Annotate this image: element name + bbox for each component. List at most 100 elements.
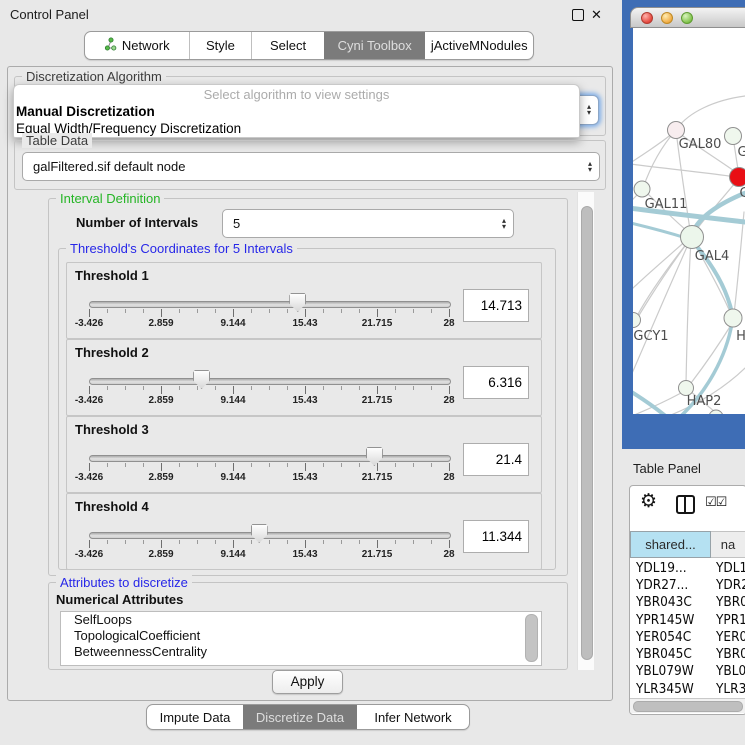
table-row[interactable]: YBL079WYBL0 xyxy=(630,663,745,680)
table-row[interactable]: YLR345WYLR3 xyxy=(630,680,745,697)
column-header-shared-name[interactable]: shared... xyxy=(630,531,711,558)
network-node-gal11[interactable] xyxy=(634,181,650,197)
network-node-ga[interactable] xyxy=(725,128,742,145)
minor-tick xyxy=(323,386,324,390)
slider-track[interactable] xyxy=(89,532,451,539)
tab-style[interactable]: Style xyxy=(189,32,252,59)
table-row[interactable]: YPR145WYPR1 xyxy=(630,611,745,628)
minor-tick xyxy=(179,386,180,390)
network-node-label: C xyxy=(739,186,745,201)
table-row[interactable]: YDR27...YDR2 xyxy=(630,576,745,593)
dropdown-option-manual-discretization[interactable]: Manual Discretization xyxy=(14,103,579,120)
zoom-traffic-light-icon[interactable] xyxy=(681,12,693,24)
list-item[interactable]: BetweennessCentrality xyxy=(61,644,541,660)
network-node-gal80[interactable] xyxy=(668,122,685,139)
tab-cyni-toolbox[interactable]: Cyni Toolbox xyxy=(324,32,426,59)
float-icon[interactable] xyxy=(572,9,584,21)
discretization-algorithm-title: Discretization Algorithm xyxy=(22,69,166,84)
network-edge xyxy=(633,133,673,168)
minor-tick xyxy=(143,463,144,467)
select-columns-icon[interactable]: ☑☑ xyxy=(705,494,726,510)
slider-track[interactable] xyxy=(89,378,451,385)
minor-tick xyxy=(143,540,144,544)
apply-button[interactable]: Apply xyxy=(272,670,343,694)
table-row[interactable]: YBR045CYBR0 xyxy=(630,645,745,662)
list-scrollbar-thumb[interactable] xyxy=(525,614,538,662)
minor-tick xyxy=(359,309,360,313)
network-node-c[interactable] xyxy=(730,168,745,187)
table-data-selected: galFiltered.sif default node xyxy=(23,159,581,174)
panel-scrollbar-thumb[interactable] xyxy=(581,206,593,660)
tick-label: 21.715 xyxy=(352,549,402,560)
threshold-label: Threshold 2 xyxy=(75,345,149,360)
threshold-value-field[interactable]: 21.4 xyxy=(463,443,529,476)
network-node-h[interactable] xyxy=(724,309,742,327)
minor-tick xyxy=(125,540,126,544)
tick-label: 15.43 xyxy=(280,395,330,406)
numerical-attributes-list[interactable]: SelfLoopsTopologicalCoefficientBetweenne… xyxy=(60,611,542,666)
close-traffic-light-icon[interactable] xyxy=(641,12,653,24)
threshold-label: Threshold 1 xyxy=(75,268,149,283)
major-tick xyxy=(89,386,90,394)
tick-label: 21.715 xyxy=(352,395,402,406)
threshold-value-field[interactable]: 14.713 xyxy=(463,289,529,322)
table-horizontal-scrollbar[interactable] xyxy=(630,698,745,713)
minor-tick xyxy=(143,309,144,313)
slider-track[interactable] xyxy=(89,455,451,462)
network-canvas[interactable]: GAL80GACGAL11GAL4GCY1HHAP2 xyxy=(633,28,745,414)
threshold-value-field[interactable]: 11.344 xyxy=(463,520,529,553)
close-icon[interactable]: ✕ xyxy=(591,7,602,23)
minor-tick xyxy=(359,386,360,390)
table-row[interactable]: YER054CYER0 xyxy=(630,628,745,645)
minor-tick xyxy=(431,540,432,544)
gear-icon[interactable]: ⚙ xyxy=(640,490,657,513)
major-tick xyxy=(161,540,162,548)
major-tick xyxy=(89,540,90,548)
tick-label: -3.426 xyxy=(64,472,114,483)
major-tick xyxy=(449,309,450,317)
tab-impute-data[interactable]: Impute Data xyxy=(147,705,243,729)
network-node[interactable] xyxy=(709,410,723,414)
threshold-panel-3: Threshold 3-3.4262.8599.14415.4321.71528… xyxy=(66,416,542,493)
network-node-gal4[interactable] xyxy=(681,226,704,249)
table-body: YDL19...YDL1YDR27...YDR2YBR043CYBR0YPR14… xyxy=(630,559,745,698)
list-item[interactable]: SelfLoops xyxy=(61,612,541,628)
number-of-intervals-combobox[interactable]: 5 ▴▾ xyxy=(222,209,514,238)
minor-tick xyxy=(215,386,216,390)
table-row[interactable]: YBR043CYBR0 xyxy=(630,594,745,611)
table-data-combobox[interactable]: galFiltered.sif default node ▴▾ xyxy=(22,152,600,181)
panel-scrollbar[interactable] xyxy=(577,192,594,670)
list-item[interactable]: TopologicalCoefficient xyxy=(61,628,541,644)
bottom-tab-bar: Impute Data Discretize Data Infer Network xyxy=(146,704,470,730)
dropdown-option-equal-width-frequency[interactable]: Equal Width/Frequency Discretization xyxy=(14,120,579,137)
split-column-icon[interactable] xyxy=(676,495,695,514)
tab-infer-network[interactable]: Infer Network xyxy=(357,705,469,729)
tab-jactivemnodules[interactable]: jActiveMNodules xyxy=(425,32,533,59)
minor-tick xyxy=(431,463,432,467)
major-tick xyxy=(89,463,90,471)
cell-shared-name: YDR27... xyxy=(630,577,711,593)
combo-arrows-icon: ▴▾ xyxy=(580,104,598,116)
tab-discretize-data-label: Discretize Data xyxy=(256,710,344,725)
minor-tick xyxy=(413,463,414,467)
number-of-intervals-label: Number of Intervals xyxy=(76,215,198,230)
minor-tick xyxy=(395,386,396,390)
threshold-value-field[interactable]: 6.316 xyxy=(463,366,529,399)
column-header-name[interactable]: na xyxy=(711,531,745,558)
table-horizontal-scrollbar-thumb[interactable] xyxy=(633,701,743,712)
table-data-title: Table Data xyxy=(22,133,92,148)
tab-select[interactable]: Select xyxy=(251,32,324,59)
network-window-titlebar[interactable] xyxy=(630,7,745,28)
table-row[interactable]: YDL19...YDL1 xyxy=(630,559,745,576)
tab-network[interactable]: Network xyxy=(85,32,189,59)
combo-arrows-icon: ▴▾ xyxy=(495,218,513,230)
slider-thumb[interactable] xyxy=(366,447,383,466)
minimize-traffic-light-icon[interactable] xyxy=(661,12,673,24)
network-node-label: GAL4 xyxy=(695,249,729,264)
major-tick xyxy=(161,463,162,471)
minor-tick xyxy=(323,463,324,467)
slider-thumb[interactable] xyxy=(251,524,268,543)
major-tick xyxy=(305,309,306,317)
tab-discretize-data[interactable]: Discretize Data xyxy=(243,705,357,729)
slider-track[interactable] xyxy=(89,301,451,308)
